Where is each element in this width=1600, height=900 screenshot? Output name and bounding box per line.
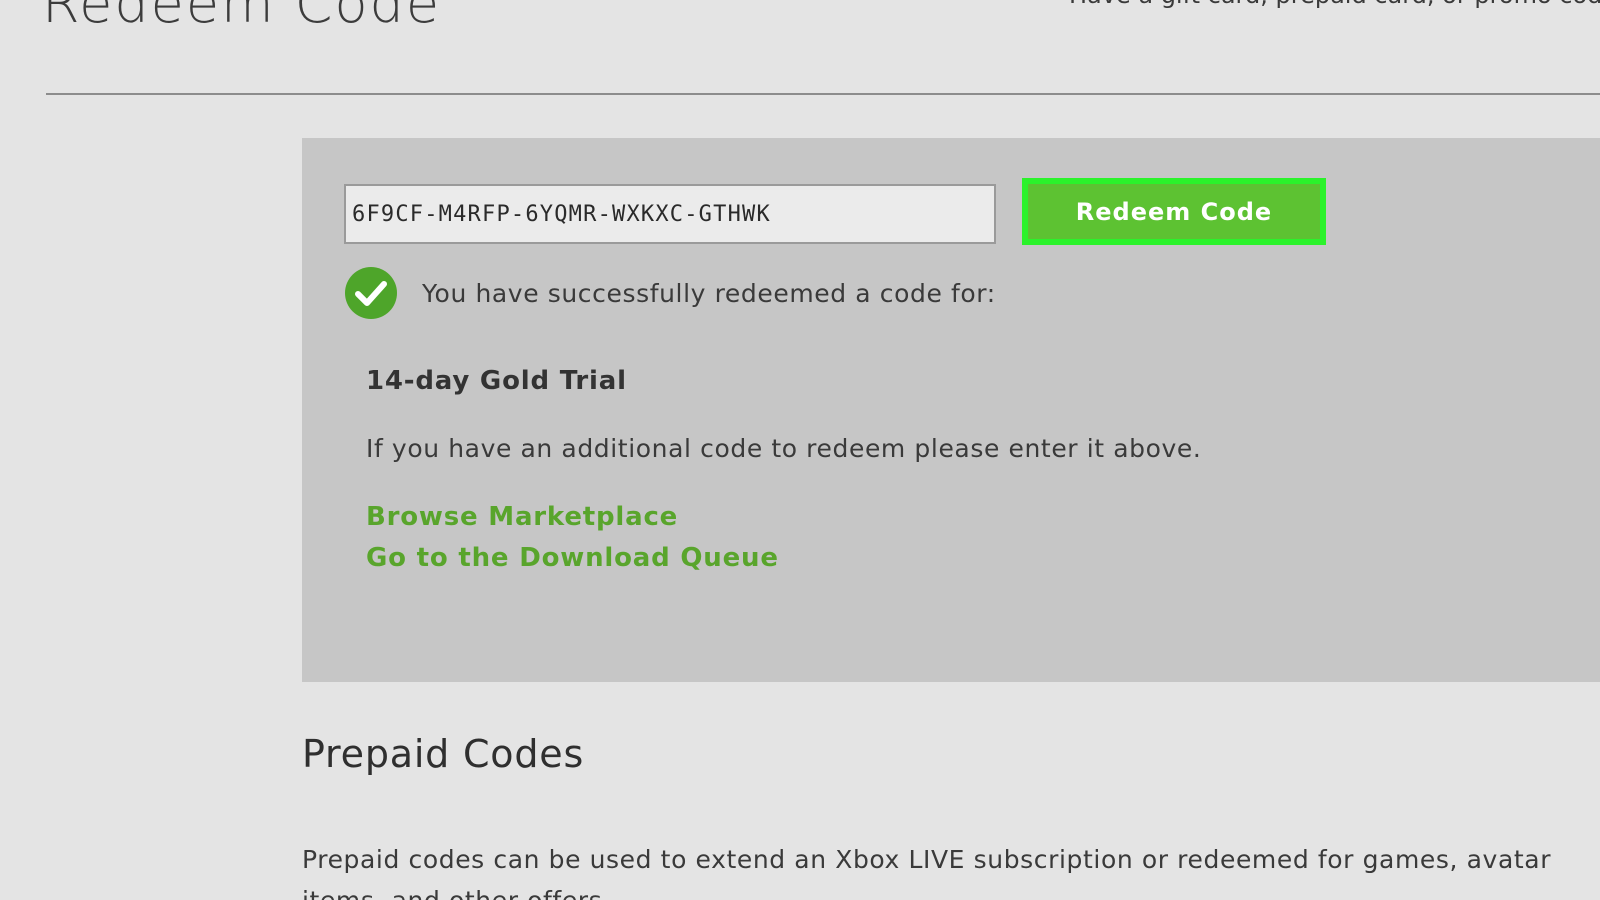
- prepaid-codes-description: Prepaid codes can be used to extend an X…: [302, 845, 1552, 900]
- additional-code-message: If you have an additional code to redeem…: [366, 434, 1202, 463]
- code-input[interactable]: [344, 184, 996, 244]
- header-divider: [46, 93, 1600, 95]
- redeemed-product-name: 14-day Gold Trial: [366, 366, 627, 396]
- success-message: You have successfully redeemed a code fo…: [422, 278, 996, 308]
- redeem-code-button[interactable]: Redeem Code: [1022, 178, 1326, 245]
- intro-text: Have a gift card, prepaid card, or promo…: [1069, 0, 1600, 16]
- success-message-row: You have successfully redeemed a code fo…: [344, 266, 996, 320]
- prepaid-codes-heading: Prepaid Codes: [302, 732, 585, 776]
- check-circle-icon: [345, 267, 397, 319]
- download-queue-link[interactable]: Go to the Download Queue: [366, 543, 779, 573]
- page-title: Redeem Code: [42, 0, 442, 35]
- browse-marketplace-link[interactable]: Browse Marketplace: [366, 502, 678, 532]
- redeem-code-page: Redeem Code Have a gift card, prepaid ca…: [0, 0, 1600, 900]
- redeem-panel: Redeem Code You have successfully redeem…: [302, 138, 1600, 682]
